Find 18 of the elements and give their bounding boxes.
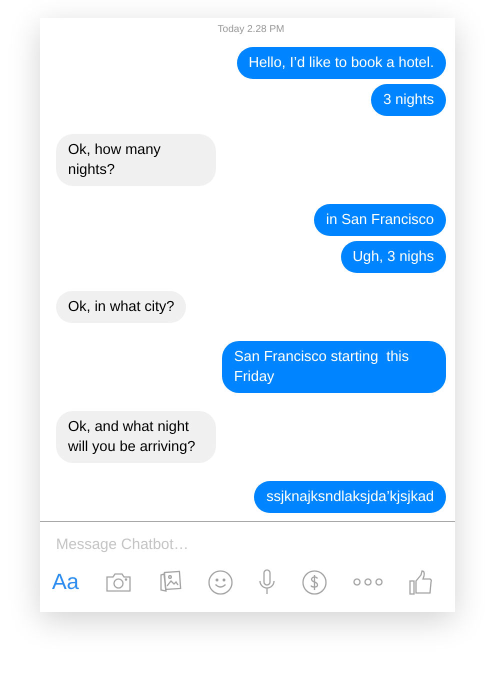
- sent-message: 3 nights: [371, 84, 446, 116]
- sent-message: San Francisco starting this Friday: [222, 341, 446, 393]
- text-format-button[interactable]: Aa: [52, 569, 79, 595]
- more-icon[interactable]: [352, 578, 383, 586]
- received-message: Ok, how many nights?: [56, 134, 216, 186]
- received-message: Ok, and what night will you be arriving?: [56, 411, 216, 463]
- dollar-icon[interactable]: [302, 570, 327, 594]
- camera-icon[interactable]: [105, 572, 132, 592]
- sent-message: in San Francisco: [314, 204, 446, 236]
- sent-message: ssjknajksndlaksjda’kjsjkad: [254, 481, 446, 513]
- emoji-icon[interactable]: [208, 570, 234, 594]
- received-message: Ok, in what city?: [56, 291, 186, 323]
- photos-icon[interactable]: [158, 570, 182, 594]
- sent-message: Ugh, 3 nighs: [340, 241, 446, 273]
- sent-message: Hello, I’d like to book a hotel.: [236, 47, 446, 79]
- thumbs-up-icon[interactable]: [408, 570, 433, 594]
- timestamp: Today 2.28 PM: [218, 24, 284, 35]
- microphone-icon[interactable]: [259, 569, 276, 595]
